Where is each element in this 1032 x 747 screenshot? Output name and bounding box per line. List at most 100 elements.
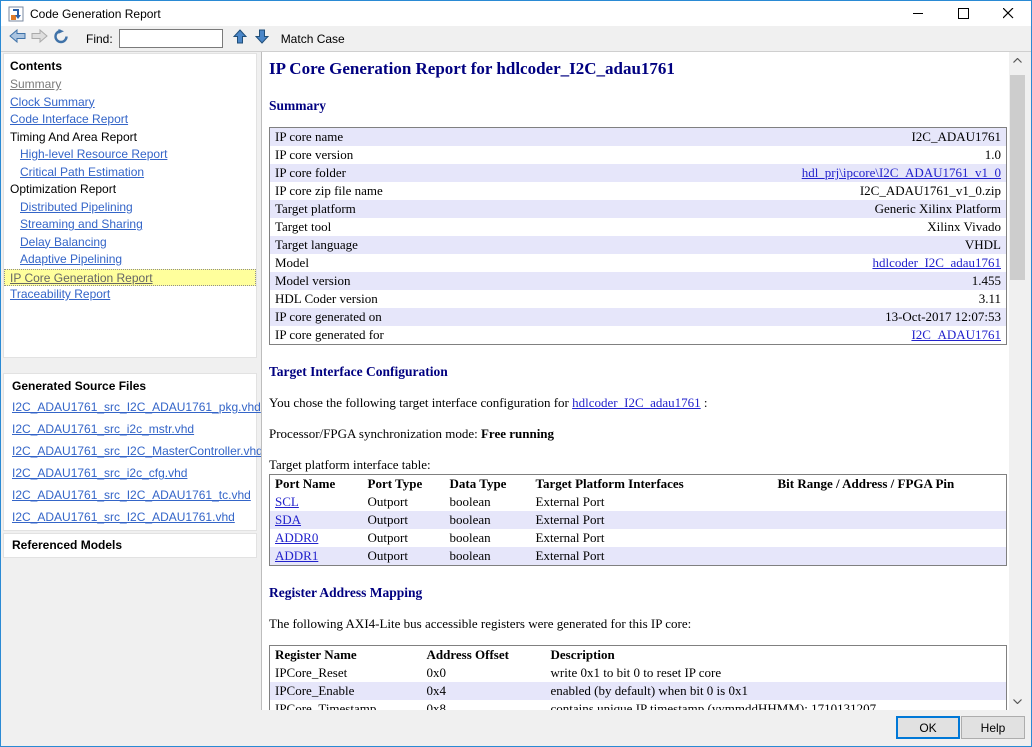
summary-label: IP core version — [270, 146, 538, 164]
port-table-header-row: Port NamePort TypeData TypeTarget Platfo… — [270, 475, 1007, 494]
source-file-link[interactable]: I2C_ADAU1761_src_I2C_ADAU1761_pkg.vhd — [12, 396, 248, 418]
port-name-link[interactable]: SDA — [275, 512, 301, 527]
refresh-icon — [53, 29, 69, 49]
port-table-header: Port Type — [363, 475, 445, 494]
back-arrow-icon — [9, 29, 26, 48]
summary-value-link[interactable]: hdl_prj\ipcore\I2C_ADAU1761_v1_0 — [802, 165, 1001, 180]
sync-mode-label: Processor/FPGA synchronization mode: — [269, 426, 481, 441]
toc-item-distributed-pipelining[interactable]: Distributed Pipelining — [10, 199, 250, 217]
scroll-down-button[interactable] — [1009, 693, 1026, 710]
summary-row: Model hdlcoder_I2C_adau1761 — [270, 254, 1007, 272]
summary-value: Generic Xilinx Platform — [538, 200, 1007, 218]
port-table-cell — [773, 529, 1007, 547]
port-table-cell: Outport — [363, 493, 445, 511]
vertical-scrollbar[interactable] — [1009, 52, 1026, 710]
register-table-header: Description — [546, 646, 1007, 665]
find-next-button[interactable] — [251, 28, 273, 50]
toc-item-summary[interactable]: Summary — [10, 76, 250, 94]
summary-row: IP core version1.0 — [270, 146, 1007, 164]
source-file-link[interactable]: I2C_ADAU1761_src_I2C_ADAU1761_tc.vhd — [12, 484, 248, 506]
register-table-cell: 0x8 — [422, 700, 546, 710]
forward-button[interactable] — [28, 28, 50, 50]
close-button[interactable] — [986, 1, 1031, 26]
summary-label: IP core name — [270, 128, 538, 147]
register-table-cell: IPCore_Timestamp — [270, 700, 422, 710]
toc-item-clock-summary[interactable]: Clock Summary — [10, 94, 250, 112]
summary-value-link[interactable]: I2C_ADAU1761 — [911, 327, 1001, 342]
summary-value: hdl_prj\ipcore\I2C_ADAU1761_v1_0 — [538, 164, 1007, 182]
maximize-button[interactable] — [941, 1, 986, 26]
register-table-cell: IPCore_Reset — [270, 664, 422, 682]
scrollbar-thumb[interactable] — [1010, 75, 1025, 280]
find-toolbar: Find: Match Case — [1, 26, 1031, 52]
toc-item-critical-path-estimation[interactable]: Critical Path Estimation — [10, 164, 250, 182]
toc-item-high-level-resource-report[interactable]: High-level Resource Report — [10, 146, 250, 164]
summary-row: IP core zip file nameI2C_ADAU1761_v1_0.z… — [270, 182, 1007, 200]
summary-value: I2C_ADAU1761 — [538, 326, 1007, 345]
minimize-button[interactable] — [896, 1, 941, 26]
register-table-header: Address Offset — [422, 646, 546, 665]
toc-item-streaming-and-sharing[interactable]: Streaming and Sharing — [10, 216, 250, 234]
summary-label: Model — [270, 254, 538, 272]
summary-row: Model version1.455 — [270, 272, 1007, 290]
register-table-row: IPCore_Reset0x0write 0x1 to bit 0 to res… — [270, 664, 1007, 682]
register-table-row: IPCore_Timestamp0x8contains unique IP ti… — [270, 700, 1007, 710]
toc-item-adaptive-pipelining[interactable]: Adaptive Pipelining — [10, 251, 250, 269]
summary-label: IP core zip file name — [270, 182, 538, 200]
intro-prefix: You chose the following target interface… — [269, 395, 572, 410]
summary-label: Target tool — [270, 218, 538, 236]
title-bar: Code Generation Report — [1, 1, 1031, 26]
register-mapping-intro: The following AXI4-Lite bus accessible r… — [269, 616, 1009, 632]
source-file-link[interactable]: I2C_ADAU1761_src_I2C_ADAU1761.vhd — [12, 506, 248, 528]
summary-value-link[interactable]: hdlcoder_I2C_adau1761 — [872, 255, 1001, 270]
summary-label: Model version — [270, 272, 538, 290]
help-button[interactable]: Help — [961, 716, 1025, 739]
contents-list: SummaryClock SummaryCode Interface Repor… — [10, 76, 250, 304]
port-table-cell: boolean — [445, 529, 531, 547]
find-input[interactable] — [119, 29, 223, 48]
register-table-header-row: Register NameAddress OffsetDescription — [270, 646, 1007, 665]
port-name-link[interactable]: ADDR1 — [275, 548, 318, 563]
port-name-link[interactable]: ADDR0 — [275, 530, 318, 545]
source-file-link[interactable]: I2C_ADAU1761_src_I2C_MasterController.vh… — [12, 440, 248, 462]
summary-row: IP core generated forI2C_ADAU1761 — [270, 326, 1007, 345]
footer-bar: OK Help — [1, 710, 1031, 746]
toc-item-delay-balancing[interactable]: Delay Balancing — [10, 234, 250, 252]
summary-value: I2C_ADAU1761 — [538, 128, 1007, 147]
toc-item-code-interface-report[interactable]: Code Interface Report — [10, 111, 250, 129]
port-table: Port NamePort TypeData TypeTarget Platfo… — [269, 474, 1007, 566]
summary-label: HDL Coder version — [270, 290, 538, 308]
port-table-cell: SCL — [270, 493, 363, 511]
intro-suffix: : — [701, 395, 708, 410]
find-previous-button[interactable] — [229, 28, 251, 50]
summary-label: Target platform — [270, 200, 538, 218]
toc-item-optimization-report: Optimization Report — [10, 181, 250, 199]
scroll-up-button[interactable] — [1009, 52, 1026, 69]
toc-item-ip-core-generation-report[interactable]: IP Core Generation Report — [4, 269, 256, 287]
register-table-cell: write 0x1 to bit 0 to reset IP core — [546, 664, 1007, 682]
report-content: IP Core Generation Report for hdlcoder_I… — [262, 52, 1009, 710]
match-case-toggle[interactable]: Match Case — [281, 32, 345, 46]
summary-label: IP core folder — [270, 164, 538, 182]
source-file-link[interactable]: I2C_ADAU1761_src_i2c_cfg.vhd — [12, 462, 248, 484]
toc-item-traceability-report[interactable]: Traceability Report — [10, 286, 250, 304]
register-mapping-heading: Register Address Mapping — [269, 585, 1009, 601]
ok-button[interactable]: OK — [896, 716, 960, 739]
register-table-header: Register Name — [270, 646, 422, 665]
source-file-link[interactable]: I2C_ADAU1761_src_i2c_mstr.vhd — [12, 418, 248, 440]
window-title: Code Generation Report — [30, 7, 161, 21]
port-table-header: Target Platform Interfaces — [531, 475, 773, 494]
port-table-header: Data Type — [445, 475, 531, 494]
summary-value: 13-Oct-2017 12:07:53 — [538, 308, 1007, 326]
port-table-cell: Outport — [363, 547, 445, 566]
referenced-models-title: Referenced Models — [12, 538, 248, 552]
port-name-link[interactable]: SCL — [275, 494, 299, 509]
refresh-button[interactable] — [50, 28, 72, 50]
model-link[interactable]: hdlcoder_I2C_adau1761 — [572, 395, 701, 410]
port-table-cell: boolean — [445, 511, 531, 529]
up-arrow-icon — [233, 29, 247, 49]
port-table-row: ADDR1OutportbooleanExternal Port — [270, 547, 1007, 566]
port-table-cell: ADDR1 — [270, 547, 363, 566]
summary-label: IP core generated on — [270, 308, 538, 326]
back-button[interactable] — [6, 28, 28, 50]
